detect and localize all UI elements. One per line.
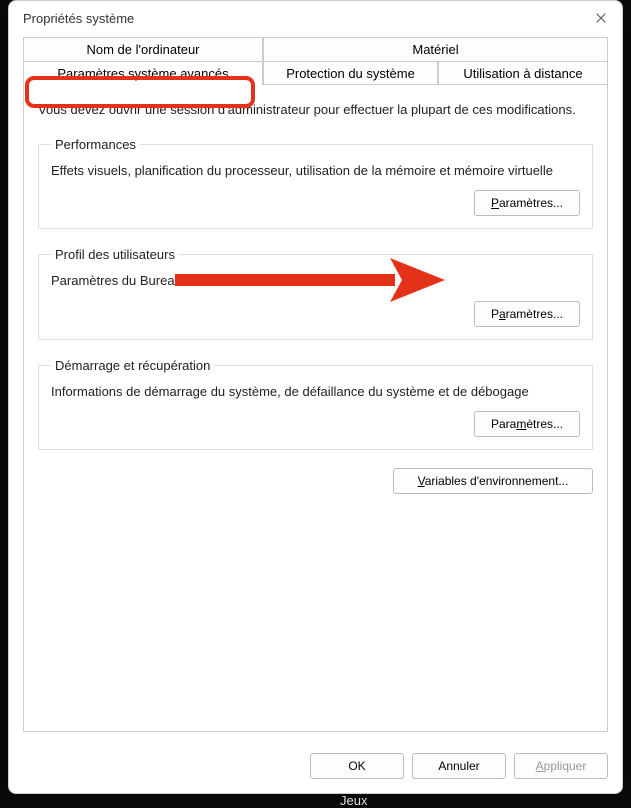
environment-variables-button[interactable]: Variables d'environnement... xyxy=(393,468,593,494)
cancel-button[interactable]: Annuler xyxy=(412,753,506,779)
tab-system-protection[interactable]: Protection du système xyxy=(263,61,438,85)
group-performance-legend: Performances xyxy=(51,137,140,152)
close-button[interactable] xyxy=(592,9,610,27)
group-performance: Performances Effets visuels, planificati… xyxy=(38,137,593,229)
startup-settings-button[interactable]: Paramètres... xyxy=(474,411,580,437)
titlebar: Propriétés système xyxy=(9,1,622,33)
tab-computer-name[interactable]: Nom de l'ordinateur xyxy=(23,37,263,61)
user-profiles-settings-button[interactable]: Paramètres... xyxy=(474,301,580,327)
tab-strip: Nom de l'ordinateur Matériel Paramètres … xyxy=(9,37,622,85)
performance-settings-button[interactable]: Paramètres... xyxy=(474,190,580,216)
group-user-profiles: Profil des utilisateurs Paramètres du Bu… xyxy=(38,247,593,339)
system-properties-dialog: Propriétés système Nom de l'ordinateur M… xyxy=(8,0,623,794)
tab-hardware[interactable]: Matériel xyxy=(263,37,608,61)
desktop-games-label: Jeux xyxy=(340,793,367,808)
group-startup-recovery-legend: Démarrage et récupération xyxy=(51,358,214,373)
ok-button[interactable]: OK xyxy=(310,753,404,779)
group-performance-desc: Effets visuels, planification du process… xyxy=(51,162,580,180)
tab-remote-use[interactable]: Utilisation à distance xyxy=(438,61,608,85)
close-icon xyxy=(594,11,608,25)
group-startup-recovery: Démarrage et récupération Informations d… xyxy=(38,358,593,450)
tab-panel-advanced: Vous devez ouvrir une session d'administ… xyxy=(23,84,608,732)
dialog-title: Propriétés système xyxy=(23,11,134,26)
dialog-buttons: OK Annuler Appliquer xyxy=(9,741,622,793)
apply-button[interactable]: Appliquer xyxy=(514,753,608,779)
intro-text: Vous devez ouvrir une session d'administ… xyxy=(38,101,593,119)
group-user-profiles-desc: Paramètres du Bureau liés à votre connex… xyxy=(51,272,580,290)
tab-advanced-params[interactable]: Paramètres système avancés xyxy=(23,61,263,85)
group-startup-recovery-desc: Informations de démarrage du système, de… xyxy=(51,383,580,401)
group-user-profiles-legend: Profil des utilisateurs xyxy=(51,247,179,262)
